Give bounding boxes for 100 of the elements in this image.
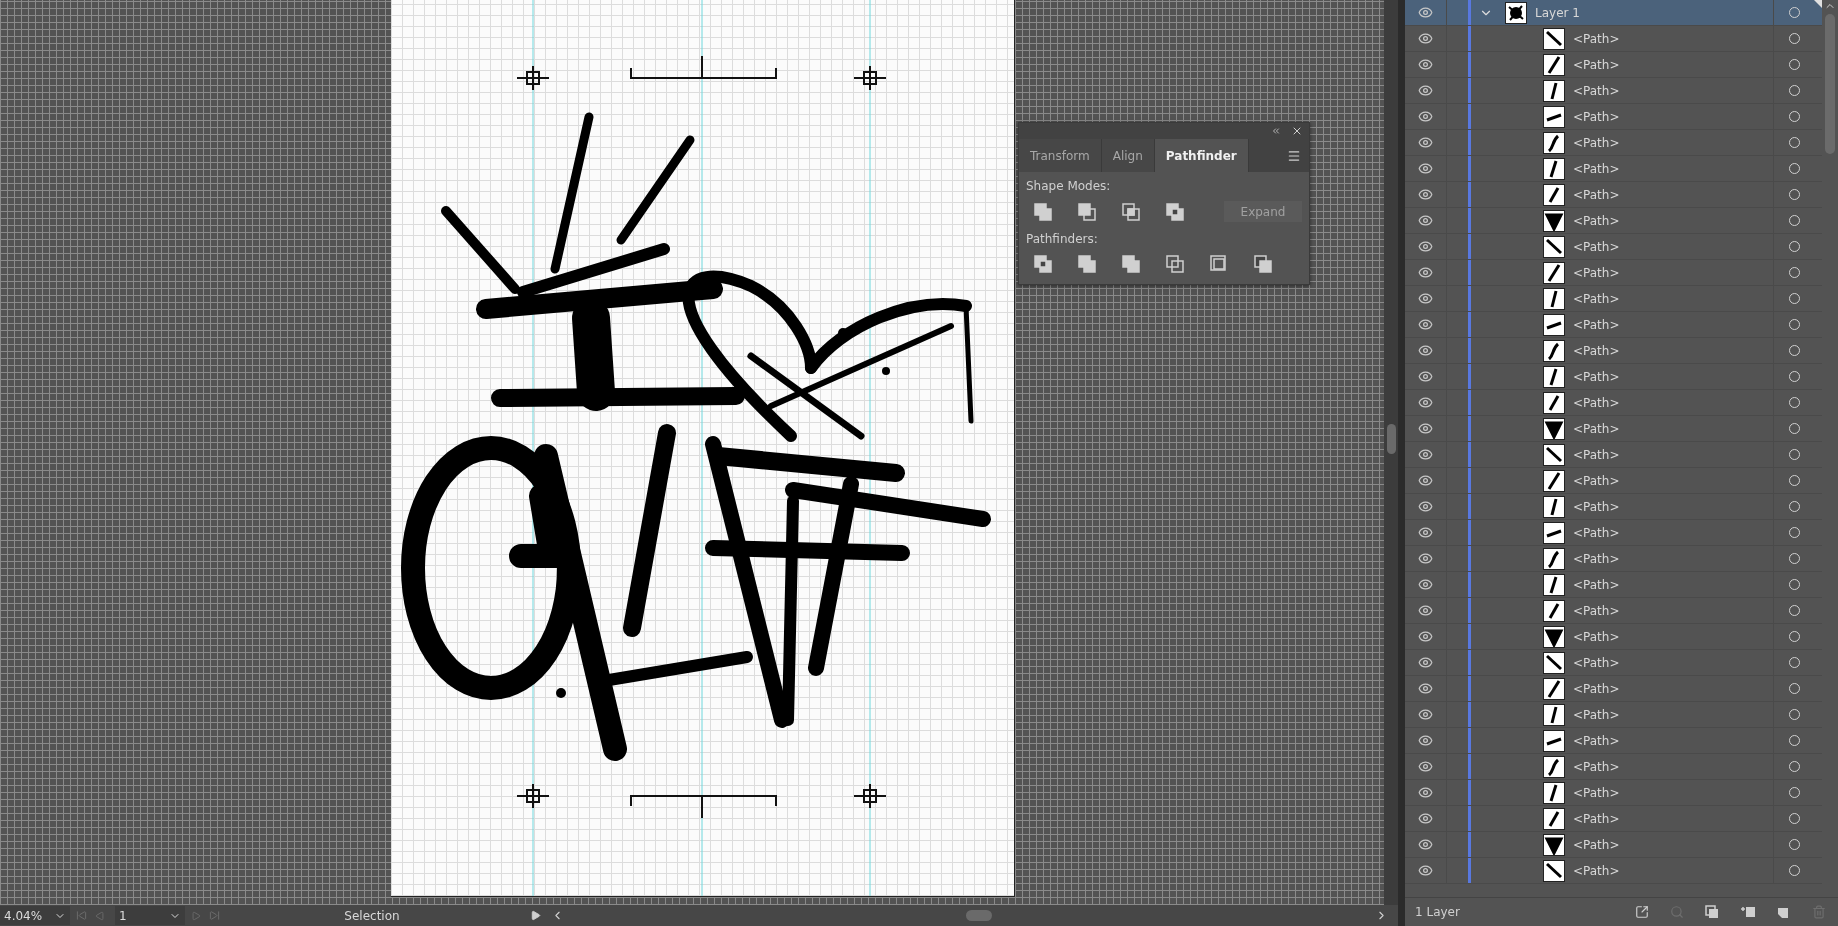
path-name: <Path> [1573, 317, 1621, 332]
path-thumbnail [1543, 495, 1565, 518]
path-row[interactable]: <Path> [1405, 572, 1822, 598]
path-row[interactable]: <Path> [1405, 182, 1822, 208]
path-name: <Path> [1573, 187, 1621, 202]
pathfinder-icon[interactable] [1165, 254, 1185, 274]
layer-name: Layer 1 [1535, 5, 1581, 20]
path-row[interactable]: <Path> [1405, 650, 1822, 676]
close-icon[interactable] [1291, 125, 1303, 137]
play-icon[interactable] [530, 910, 541, 921]
shape-mode-icon[interactable] [1077, 201, 1097, 222]
path-name: <Path> [1573, 785, 1621, 800]
path-row[interactable]: <Path> [1405, 858, 1822, 884]
path-name: <Path> [1573, 135, 1621, 150]
path-thumbnail [1543, 625, 1565, 648]
path-row[interactable]: <Path> [1405, 286, 1822, 312]
path-row[interactable]: <Path> [1405, 416, 1822, 442]
path-row[interactable]: <Path> [1405, 624, 1822, 650]
new-layer-icon[interactable] [1777, 905, 1791, 919]
path-row[interactable]: <Path> [1405, 702, 1822, 728]
path-thumbnail [1543, 807, 1565, 830]
pathfinder-icon[interactable] [1209, 254, 1229, 274]
path-row[interactable]: <Path> [1405, 338, 1822, 364]
path-row[interactable]: <Path> [1405, 26, 1822, 52]
path-row[interactable]: <Path> [1405, 208, 1822, 234]
path-thumbnail [1543, 521, 1565, 544]
path-row[interactable]: <Path> [1405, 598, 1822, 624]
path-row[interactable]: <Path> [1405, 468, 1822, 494]
menu-icon[interactable] [1287, 148, 1301, 163]
path-thumbnail [1543, 209, 1565, 232]
path-row[interactable]: <Path> [1405, 546, 1822, 572]
path-row[interactable]: <Path> [1405, 520, 1822, 546]
path-thumbnail [1543, 79, 1565, 102]
scrollbar-thumb[interactable] [1825, 14, 1835, 154]
path-name: <Path> [1573, 707, 1621, 722]
path-thumbnail [1543, 573, 1565, 596]
zoom-field[interactable]: 4.04% [0, 906, 70, 925]
path-row[interactable]: <Path> [1405, 728, 1822, 754]
path-thumbnail [1543, 755, 1565, 778]
pathfinder-icon[interactable] [1077, 254, 1097, 274]
collapse-icon[interactable] [1271, 126, 1281, 136]
path-name: <Path> [1573, 421, 1621, 436]
section-label: Shape Modes: [1026, 179, 1112, 193]
path-thumbnail [1543, 235, 1565, 258]
path-thumbnail [1543, 547, 1565, 570]
shape-mode-icon[interactable] [1165, 201, 1185, 222]
path-row[interactable]: <Path> [1405, 78, 1822, 104]
pathfinder-icon[interactable] [1121, 254, 1141, 274]
path-thumbnail [1543, 833, 1565, 856]
path-row[interactable]: <Path> [1405, 130, 1822, 156]
path-name: <Path> [1573, 837, 1621, 852]
path-row[interactable]: <Path> [1405, 234, 1822, 260]
current-tool-label: Selection [343, 908, 401, 923]
path-thumbnail [1543, 339, 1565, 362]
path-thumbnail [1543, 313, 1565, 336]
pathfinder-icon[interactable] [1033, 254, 1053, 274]
path-name: <Path> [1573, 629, 1621, 644]
page-field[interactable]: 1 [115, 906, 185, 925]
path-name: <Path> [1573, 863, 1621, 878]
path-thumbnail [1543, 261, 1565, 284]
path-thumbnail [1543, 443, 1565, 466]
path-thumbnail [1543, 27, 1565, 50]
path-row[interactable]: <Path> [1405, 442, 1822, 468]
export-icon[interactable] [1635, 905, 1649, 919]
path-row[interactable]: <Path> [1405, 104, 1822, 130]
path-thumbnail [1543, 131, 1565, 154]
path-row[interactable]: <Path> [1405, 312, 1822, 338]
path-name: <Path> [1573, 57, 1621, 72]
path-name: <Path> [1573, 31, 1621, 46]
path-row[interactable]: <Path> [1405, 832, 1822, 858]
path-row[interactable]: <Path> [1405, 676, 1822, 702]
path-name: <Path> [1573, 811, 1621, 826]
path-row[interactable]: <Path> [1405, 364, 1822, 390]
path-thumbnail [1543, 183, 1565, 206]
layer-row[interactable]: Layer 1 [1405, 0, 1822, 26]
path-row[interactable]: <Path> [1405, 390, 1822, 416]
scrollbar-thumb[interactable] [966, 910, 992, 921]
path-name: <Path> [1573, 395, 1621, 410]
path-name: <Path> [1573, 109, 1621, 124]
panel-tab[interactable]: Transform [1019, 139, 1102, 172]
pathfinder-icon[interactable] [1253, 254, 1273, 274]
path-row[interactable]: <Path> [1405, 780, 1822, 806]
shape-mode-icon[interactable] [1033, 201, 1053, 222]
path-row[interactable]: <Path> [1405, 806, 1822, 832]
scrollbar-thumb[interactable] [1386, 424, 1396, 454]
path-name: <Path> [1573, 239, 1621, 254]
path-row[interactable]: <Path> [1405, 754, 1822, 780]
clipping-mask-icon[interactable] [1705, 905, 1719, 919]
path-name: <Path> [1573, 603, 1621, 618]
panel-tab[interactable]: Align [1101, 139, 1155, 172]
path-row[interactable]: <Path> [1405, 156, 1822, 182]
path-row[interactable]: <Path> [1405, 52, 1822, 78]
path-name: <Path> [1573, 343, 1621, 358]
path-row[interactable]: <Path> [1405, 494, 1822, 520]
panel-tab[interactable]: Pathfinder [1154, 139, 1249, 172]
path-name: <Path> [1573, 577, 1621, 592]
new-sublayer-icon[interactable] [1740, 905, 1756, 919]
shape-mode-icon[interactable] [1121, 201, 1141, 222]
path-row[interactable]: <Path> [1405, 260, 1822, 286]
path-thumbnail [1543, 599, 1565, 622]
